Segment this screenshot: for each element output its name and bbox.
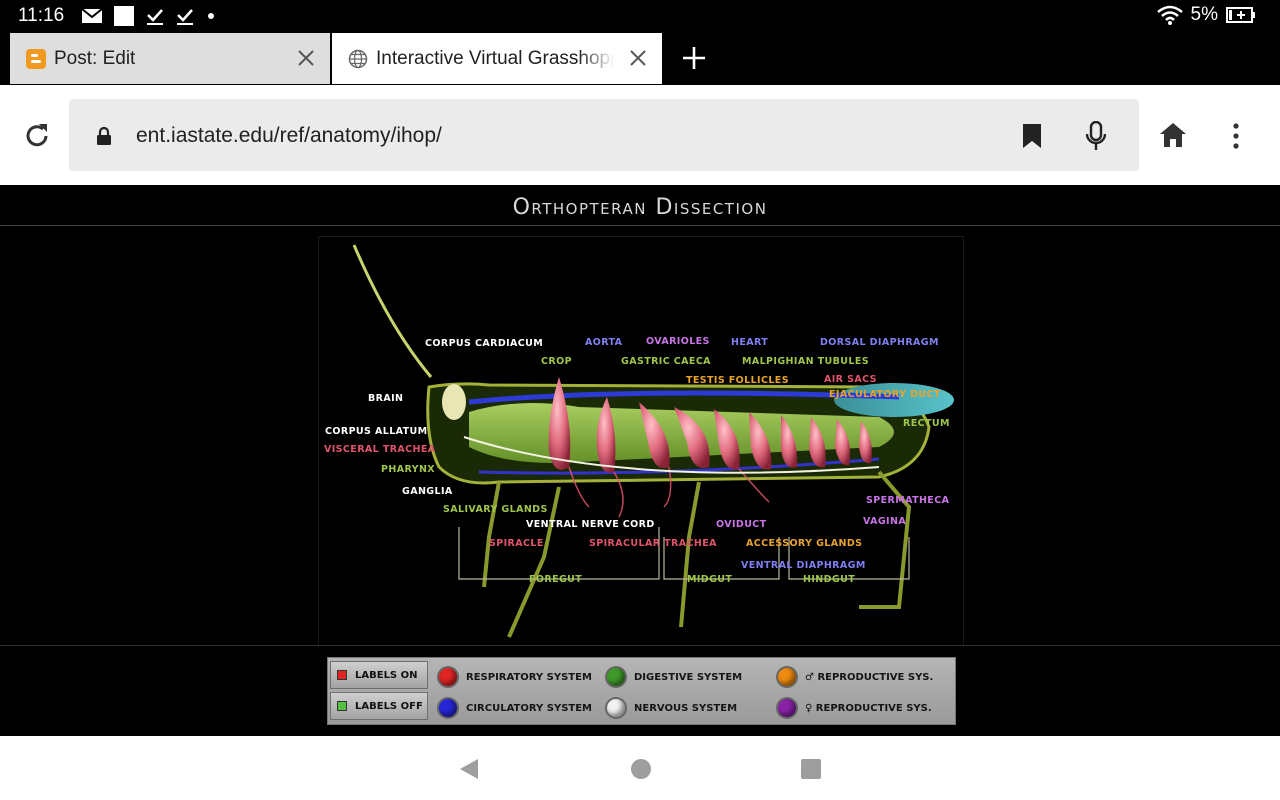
system-control-panel: LABELS ON LABELS OFF RESPIRATORY SYSTEM … xyxy=(327,657,956,725)
label-air-sacs: AIR SACS xyxy=(824,374,877,385)
labels-off-text: LABELS OFF xyxy=(355,700,423,712)
label-foregut: FOREGUT xyxy=(529,574,583,585)
wifi-icon xyxy=(1156,5,1183,25)
globe-icon xyxy=(348,49,368,68)
label-aorta: AORTA xyxy=(585,337,623,348)
tab-title: Interactive Virtual Grasshopper xyxy=(376,47,614,69)
male-reproductive-toggle[interactable]: ♂ REPRODUCTIVE SYS. xyxy=(778,668,933,686)
title-banner: Orthopteran Dissection xyxy=(0,185,1280,226)
page-title: Orthopteran Dissection xyxy=(512,195,768,220)
male-reproductive-dot-icon xyxy=(778,668,796,686)
system-nav-bar xyxy=(0,736,1280,800)
label-visceral-trachea: VISCERAL TRACHEA xyxy=(324,444,436,455)
checkbox-icon xyxy=(147,9,163,25)
digestive-system-toggle[interactable]: DIGESTIVE SYSTEM xyxy=(607,668,742,686)
labels-on-text: LABELS ON xyxy=(355,669,418,681)
digestive-label: DIGESTIVE SYSTEM xyxy=(634,671,743,683)
close-icon[interactable] xyxy=(294,46,318,70)
label-ventral-diaphragm: VENTRAL DIAPHRAGM xyxy=(741,560,866,571)
label-accessory-glands: ACCESSORY GLANDS xyxy=(746,538,863,549)
label-spiracle: SPIRACLE xyxy=(489,538,544,549)
label-ventral-nerve-cord: VENTRAL NERVE CORD xyxy=(526,519,655,530)
labels-on-button[interactable]: LABELS ON xyxy=(330,661,428,689)
status-time: 11:16 xyxy=(18,5,65,26)
battery-level: 5% xyxy=(1190,4,1218,25)
home-circle-icon[interactable] xyxy=(630,758,652,780)
divider xyxy=(0,645,1280,646)
label-corpus-allatum: CORPUS ALLATUM xyxy=(325,426,428,437)
label-salivary-glands: SALIVARY GLANDS xyxy=(443,504,548,515)
back-icon[interactable] xyxy=(458,758,480,780)
circulatory-system-toggle[interactable]: CIRCULATORY SYSTEM xyxy=(439,699,592,717)
circulatory-dot-icon xyxy=(439,699,457,717)
dissection-diagram[interactable]: CORPUS CARDIACUM AORTA OVARIOLES HEART D… xyxy=(318,236,964,646)
label-gastric-caeca: GASTRIC CAECA xyxy=(621,356,711,367)
browser-toolbar: ent.iastate.edu/ref/anatomy/ihop/ xyxy=(0,85,1280,185)
reload-icon[interactable] xyxy=(22,121,52,151)
nervous-label: NERVOUS SYSTEM xyxy=(634,702,738,714)
label-heart: HEART xyxy=(731,337,769,348)
url-text[interactable]: ent.iastate.edu/ref/anatomy/ihop/ xyxy=(136,124,442,148)
labels-off-button[interactable]: LABELS OFF xyxy=(330,692,428,720)
tab-grasshopper[interactable]: Interactive Virtual Grasshopper xyxy=(332,33,662,84)
label-vagina: VAGINA xyxy=(863,516,907,527)
home-icon[interactable] xyxy=(1159,122,1187,148)
status-bar: 11:16 5% xyxy=(0,0,1280,32)
tab-post-edit[interactable]: Post: Edit xyxy=(10,33,330,84)
respiratory-label: RESPIRATORY SYSTEM xyxy=(466,671,592,683)
label-pharynx: PHARYNX xyxy=(381,464,436,475)
label-brain: BRAIN xyxy=(368,393,404,404)
checkbox-icon xyxy=(177,9,193,25)
blogger-icon xyxy=(26,48,46,69)
label-corpus-cardiacum: CORPUS CARDIACUM xyxy=(425,338,544,349)
label-rectum: RECTUM xyxy=(903,418,950,429)
address-bar[interactable]: ent.iastate.edu/ref/anatomy/ihop/ xyxy=(69,99,1139,171)
digestive-dot-icon xyxy=(607,668,625,686)
label-dorsal-diaphragm: DORSAL DIAPHRAGM xyxy=(820,337,939,348)
label-ejaculatory-duct: EJACULATORY DUCT xyxy=(829,389,941,400)
label-crop: CROP xyxy=(541,356,572,367)
recents-icon[interactable] xyxy=(800,758,822,780)
battery-icon xyxy=(1226,7,1255,23)
respiratory-dot-icon xyxy=(439,668,457,686)
mic-icon[interactable] xyxy=(1085,121,1107,151)
respiratory-system-toggle[interactable]: RESPIRATORY SYSTEM xyxy=(439,668,592,686)
nervous-dot-icon xyxy=(607,699,625,717)
tab-strip: Post: Edit Interactive Virtual Grasshopp… xyxy=(0,32,1280,85)
square-icon xyxy=(114,6,134,26)
label-testis-follicles: TESTIS FOLLICLES xyxy=(686,375,789,386)
label-spermatheca: SPERMATHECA xyxy=(866,495,950,506)
plus-icon[interactable] xyxy=(680,44,708,72)
close-icon[interactable] xyxy=(626,46,650,70)
circulatory-label: CIRCULATORY SYSTEM xyxy=(466,702,593,714)
label-spiracular-trachea: SPIRACULAR TRACHEA xyxy=(589,538,717,549)
more-icon[interactable] xyxy=(1230,123,1242,149)
lock-icon xyxy=(97,126,111,145)
mail-icon xyxy=(82,8,102,23)
label-hindgut: HINDGUT xyxy=(803,574,856,585)
male-reproductive-label: ♂ REPRODUCTIVE SYS. xyxy=(805,671,934,683)
page-content: Orthopteran Dissection CORPUS CARDIACUM … xyxy=(0,185,1280,736)
tab-title: Post: Edit xyxy=(54,47,136,69)
nervous-system-toggle[interactable]: NERVOUS SYSTEM xyxy=(607,699,737,717)
female-reproductive-toggle[interactable]: ♀ REPRODUCTIVE SYS. xyxy=(778,699,932,717)
female-reproductive-dot-icon xyxy=(778,699,796,717)
label-midgut: MIDGUT xyxy=(687,574,733,585)
label-ovarioles: OVARIOLES xyxy=(646,336,710,347)
label-ganglia: GANGLIA xyxy=(402,486,453,497)
label-oviduct: OVIDUCT xyxy=(716,519,767,530)
label-malpighian-tubules: MALPIGHIAN TUBULES xyxy=(742,356,869,367)
female-reproductive-label: ♀ REPRODUCTIVE SYS. xyxy=(805,702,932,714)
grasshopper-illustration xyxy=(352,244,954,638)
bookmark-icon[interactable] xyxy=(1022,123,1042,149)
dot-icon xyxy=(208,13,214,19)
